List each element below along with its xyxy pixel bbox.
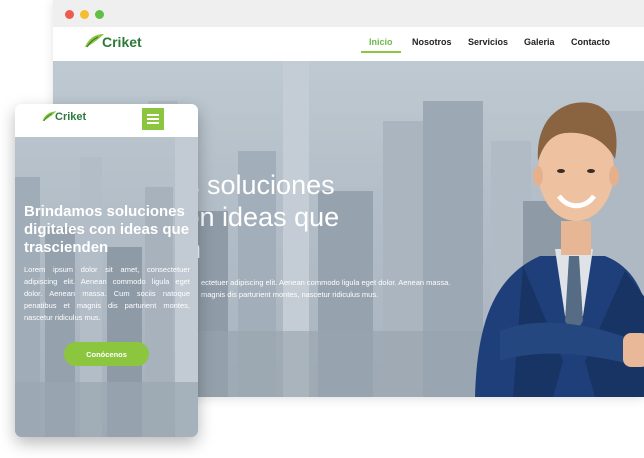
- close-dot-icon[interactable]: [65, 10, 74, 19]
- maximize-dot-icon[interactable]: [95, 10, 104, 19]
- businessman-photo: [475, 102, 644, 397]
- hamburger-icon[interactable]: [142, 108, 164, 130]
- mobile-brand-name: Criket: [55, 111, 87, 123]
- desktop-hero-text: ectetuer adipiscing elit. Aenean commodo…: [201, 278, 451, 299]
- mobile-mockup: Criket Brindamos soluciones digitales co…: [15, 104, 198, 437]
- mobile-navbar: Criket: [15, 104, 198, 137]
- desktop-navbar: Criket Inicio Nosotros Servicios Galeria…: [53, 27, 644, 61]
- active-nav-underline: [361, 51, 401, 53]
- mobile-hero-text: Lorem ipsum dolor sit amet, consectetuer…: [24, 265, 190, 322]
- minimize-dot-icon[interactable]: [80, 10, 89, 19]
- conocenos-button[interactable]: Conócenos: [64, 342, 149, 366]
- brand-name: Criket: [102, 34, 142, 50]
- mobile-hero: Brindamos soluciones digitales con ideas…: [15, 137, 198, 437]
- nav-item-servicios[interactable]: Servicios: [468, 37, 508, 47]
- browser-title-bar: [53, 0, 644, 27]
- mobile-hero-title: Brindamos soluciones digitales con ideas…: [24, 203, 190, 256]
- mobile-brand-logo[interactable]: Criket: [41, 110, 86, 123]
- nav-item-inicio[interactable]: Inicio: [369, 37, 393, 47]
- nav-item-contacto[interactable]: Contacto: [571, 37, 610, 47]
- nav-item-nosotros[interactable]: Nosotros: [412, 37, 452, 47]
- brand-logo[interactable]: Criket: [83, 33, 142, 49]
- nav-item-galeria[interactable]: Galeria: [524, 37, 555, 47]
